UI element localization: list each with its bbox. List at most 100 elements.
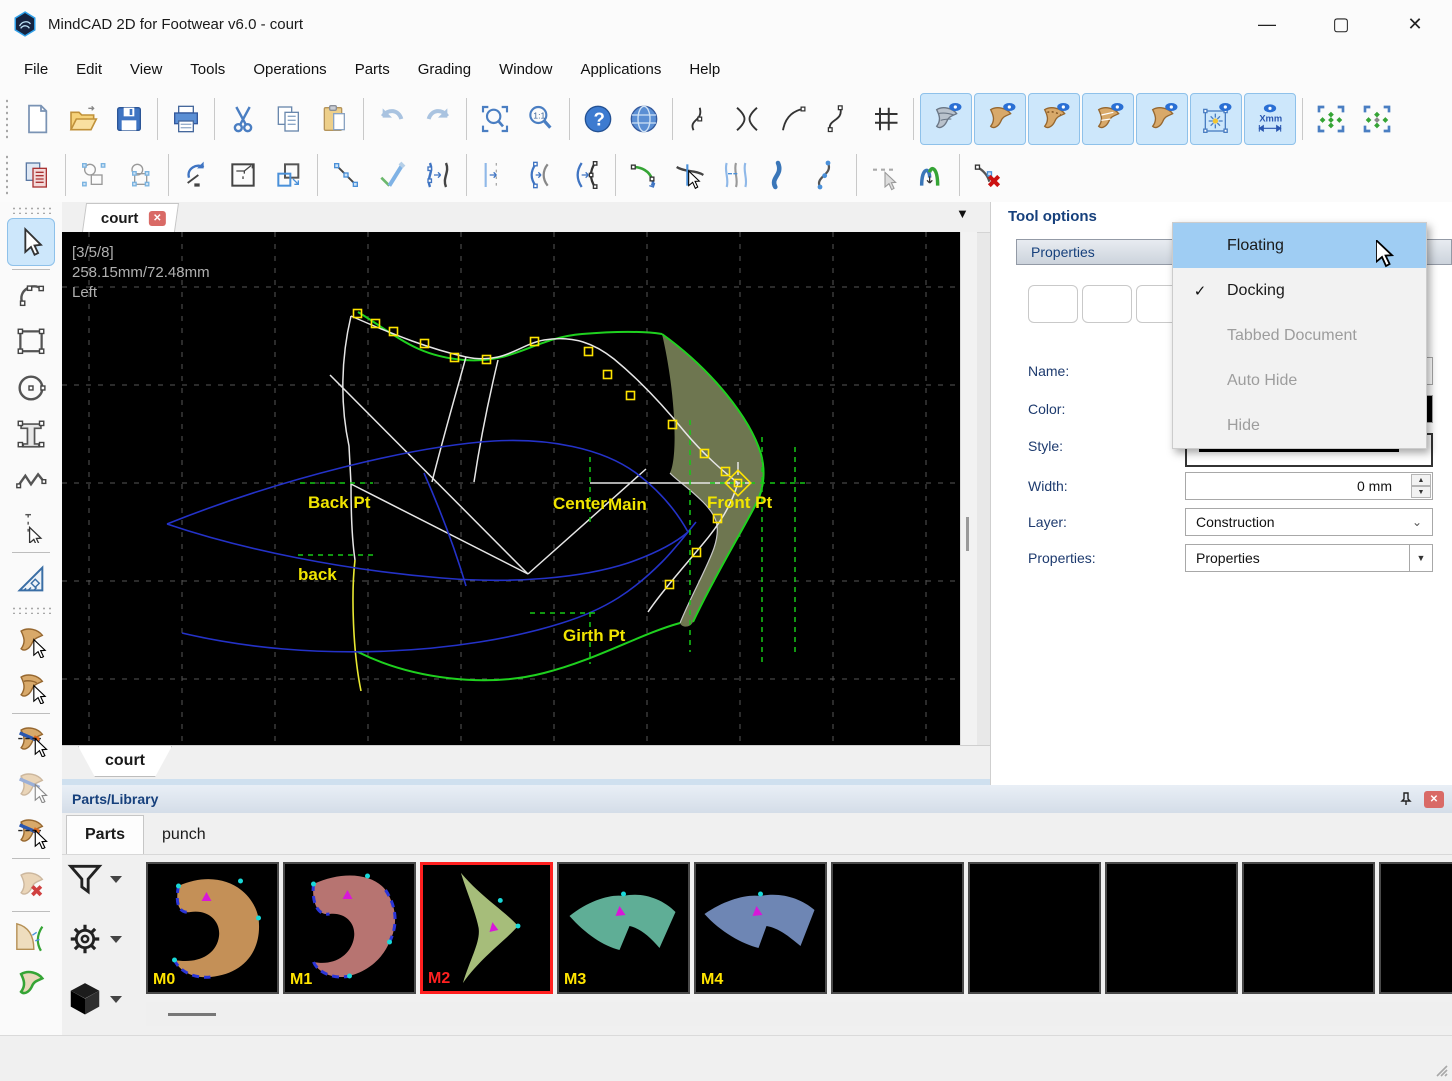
sidebar-grip-2[interactable] — [11, 606, 51, 614]
new-file-button[interactable] — [14, 95, 60, 143]
document-tab-court[interactable]: court ✕ — [82, 203, 179, 232]
arc-direction-button[interactable] — [621, 151, 667, 199]
menu-window[interactable]: Window — [485, 55, 566, 84]
pin-icon[interactable] — [1398, 791, 1414, 807]
zoom-actual-button[interactable]: 1:1 — [518, 95, 564, 143]
tab-list-dropdown-icon[interactable]: ▼ — [956, 206, 969, 221]
spline-tool-button[interactable] — [678, 95, 724, 143]
properties-dropdown-arrow-icon[interactable]: ▼ — [1409, 545, 1432, 571]
part-view-1-button[interactable] — [974, 93, 1026, 145]
part-slot-empty[interactable] — [831, 862, 964, 994]
join-chevrons-button[interactable] — [518, 151, 564, 199]
parts-settings-control[interactable] — [66, 920, 146, 958]
tab-parts[interactable]: Parts — [66, 815, 144, 854]
copy-button[interactable] — [266, 95, 312, 143]
part-thumbnail-m4[interactable]: M4 — [694, 862, 827, 994]
menu-edit[interactable]: Edit — [62, 55, 116, 84]
canvas-scrollbar-thumb[interactable] — [966, 517, 969, 551]
part-slot-empty[interactable] — [968, 862, 1101, 994]
join-chevrons-points-button[interactable] — [564, 151, 610, 199]
open-file-button[interactable] — [60, 95, 106, 143]
polyline-tool-button[interactable] — [8, 457, 54, 503]
curve-flow-button[interactable] — [415, 151, 461, 199]
part-view-2-button[interactable] — [1028, 93, 1080, 145]
part-outline-button[interactable] — [8, 961, 54, 1007]
width-spin-down-icon[interactable]: ▼ — [1411, 486, 1431, 498]
select-tool-button[interactable] — [7, 218, 55, 266]
part-slot-empty[interactable] — [1105, 862, 1238, 994]
menu-operations[interactable]: Operations — [239, 55, 340, 84]
part-delete-button[interactable] — [8, 862, 54, 908]
part-thumbnail-m3[interactable]: M3 — [557, 862, 690, 994]
menu-file[interactable]: File — [10, 55, 62, 84]
properties-dropdown[interactable]: Properties ▼ — [1185, 544, 1433, 572]
resize-button[interactable] — [220, 151, 266, 199]
drawing-canvas[interactable]: [3/5/8] 258.15mm/72.48mm Left Back Pt Ce… — [62, 232, 960, 745]
menu-tools[interactable]: Tools — [176, 55, 239, 84]
thick-curve-button[interactable] — [759, 151, 805, 199]
help-button[interactable]: ? — [575, 95, 621, 143]
flash-view-button[interactable] — [1190, 93, 1242, 145]
arc-tool-button[interactable] — [770, 95, 816, 143]
part-split-2-button[interactable] — [8, 809, 54, 855]
rotate-button[interactable] — [174, 151, 220, 199]
toolbar-grip[interactable] — [4, 98, 10, 140]
part-edge-button[interactable] — [8, 915, 54, 961]
parts-scrollbar-thumb[interactable] — [168, 1013, 216, 1016]
part-slot-empty[interactable] — [1242, 862, 1375, 994]
menu-view[interactable]: View — [116, 55, 176, 84]
grid-toggle-button[interactable] — [862, 95, 908, 143]
part-view-3-button[interactable] — [1082, 93, 1134, 145]
save-file-button[interactable] — [106, 95, 152, 143]
cross-splines-button[interactable] — [724, 95, 770, 143]
multi-curves-button[interactable] — [713, 151, 759, 199]
grade-points-1-button[interactable] — [1308, 95, 1354, 143]
text-tool-button[interactable] — [8, 411, 54, 457]
canvas-vertical-scrollbar[interactable] — [960, 232, 977, 745]
preset-box-1[interactable] — [1028, 285, 1078, 323]
menu-grading[interactable]: Grading — [404, 55, 485, 84]
close-button[interactable]: ✕ — [1392, 7, 1438, 41]
parts-horizontal-scrollbar[interactable] — [146, 1002, 1452, 1026]
part-tool-1-button[interactable] — [8, 618, 54, 664]
select-group-points-button[interactable] — [117, 151, 163, 199]
measure-xmm-button[interactable]: Xmm — [1244, 93, 1296, 145]
select-group-button[interactable] — [71, 151, 117, 199]
preset-box-2[interactable] — [1082, 285, 1132, 323]
line-handles-button[interactable] — [323, 151, 369, 199]
sidebar-grip[interactable] — [11, 206, 51, 214]
curve-points-button[interactable] — [805, 151, 851, 199]
parts-library-header[interactable]: Parts/Library ✕ — [62, 785, 1452, 814]
part-thumbnail-m1[interactable]: M1 — [283, 862, 416, 994]
document-tab-close-icon[interactable]: ✕ — [148, 211, 165, 226]
part-slot-empty[interactable] — [1379, 862, 1452, 994]
sheet-tab-court[interactable]: court — [78, 746, 172, 777]
part-thumbnail-m0[interactable]: M0 — [146, 862, 279, 994]
resize-grip-icon[interactable] — [1432, 1061, 1448, 1077]
width-spin-up-icon[interactable]: ▲ — [1411, 474, 1431, 486]
scale-rect-button[interactable] — [266, 151, 312, 199]
spline-points-button[interactable] — [816, 95, 862, 143]
menu-help[interactable]: Help — [675, 55, 734, 84]
undo-button[interactable] — [369, 95, 415, 143]
part-thumbnail-m2-selected[interactable]: M2 — [420, 862, 553, 994]
part-split-faded-button[interactable] — [8, 763, 54, 809]
minimize-button[interactable]: — — [1244, 7, 1290, 41]
part-view-4-button[interactable] — [1136, 93, 1188, 145]
curve-tool-button[interactable] — [8, 273, 54, 319]
paste-button[interactable] — [312, 95, 358, 143]
internet-button[interactable] — [621, 95, 667, 143]
part-split-button[interactable] — [8, 717, 54, 763]
parts-panel-close-icon[interactable]: ✕ — [1424, 791, 1444, 808]
zoom-window-button[interactable] — [472, 95, 518, 143]
menu-item-docking[interactable]: ✓ Docking — [1173, 268, 1426, 313]
fold-curve-button[interactable] — [908, 151, 954, 199]
grade-points-2-button[interactable] — [1354, 95, 1400, 143]
cut-button[interactable] — [220, 95, 266, 143]
part-tool-2-button[interactable] — [8, 664, 54, 710]
pick-curve-button[interactable] — [667, 151, 713, 199]
smooth-check-button[interactable] — [369, 151, 415, 199]
print-button[interactable] — [163, 95, 209, 143]
maximize-button[interactable]: ▢ — [1318, 7, 1364, 41]
tab-punch[interactable]: punch — [144, 816, 224, 854]
